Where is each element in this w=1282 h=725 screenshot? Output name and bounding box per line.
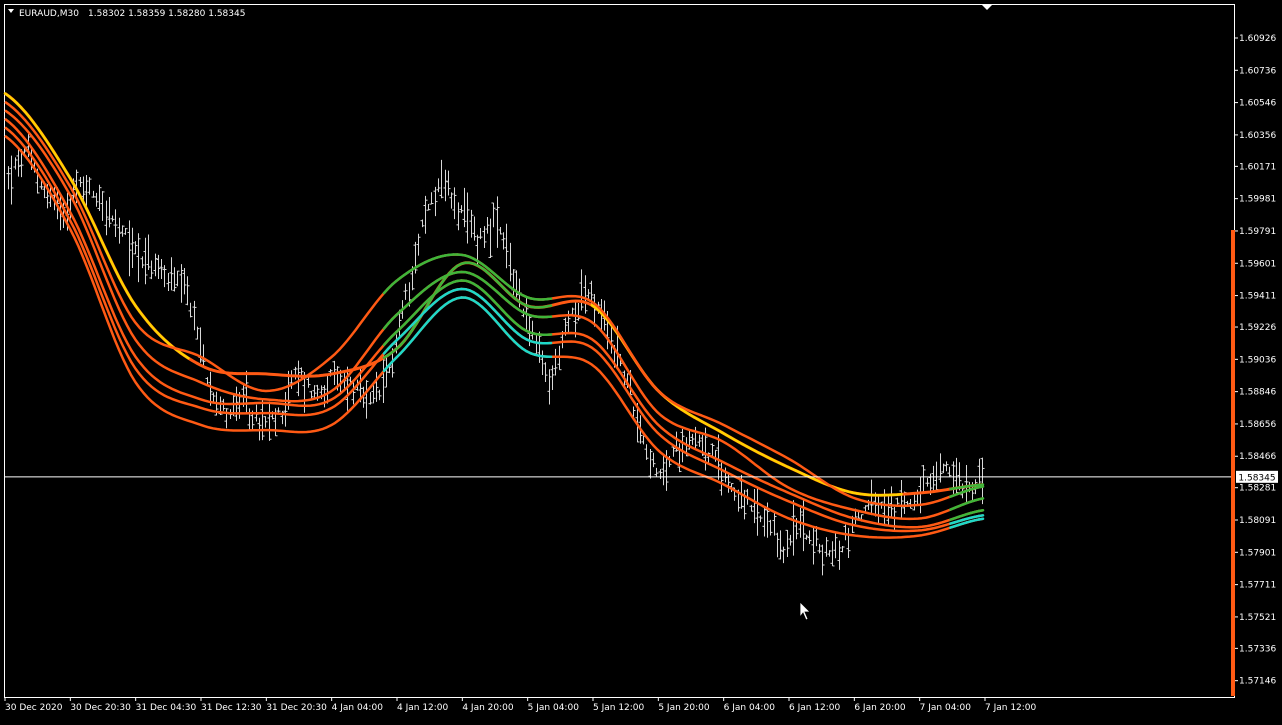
y-tick-label: 1.58846: [1239, 388, 1276, 398]
ohlc-values: 1.58302 1.58359 1.58280 1.58345: [88, 9, 245, 19]
x-tick-label: 6 Jan 04:00: [724, 703, 776, 713]
price-chart[interactable]: 1.60926 1.60736 1.60546 1.60356 1.60171 1.599…: [0, 0, 1282, 721]
price-tag: 1.58345: [1236, 471, 1278, 484]
price-axis[interactable]: 1.60926 1.60736 1.60546 1.60356 1.60171 1.599…: [1234, 34, 1276, 687]
price-tag-label: 1.58345: [1238, 473, 1275, 483]
y-tick-label: 1.59036: [1239, 355, 1276, 365]
y-tick-label: 1.59226: [1239, 323, 1276, 333]
y-tick-label: 1.59981: [1239, 195, 1276, 205]
scroll-bar-marker[interactable]: [1231, 230, 1235, 696]
x-tick-label: 7 Jan 12:00: [985, 703, 1037, 713]
x-tick-label: 30 Dec 20:30: [70, 703, 131, 713]
y-tick-label: 1.58656: [1239, 420, 1276, 430]
x-tick-label: 31 Dec 12:30: [201, 703, 262, 713]
y-tick-label: 1.59601: [1239, 259, 1276, 269]
y-tick-label: 1.57711: [1239, 581, 1276, 591]
y-tick-label: 1.60926: [1239, 34, 1276, 44]
x-tick-label: 31 Dec 20:30: [266, 703, 327, 713]
chart-window[interactable]: 1.60926 1.60736 1.60546 1.60356 1.60171 1.599…: [0, 0, 1282, 721]
y-tick-label: 1.57521: [1239, 613, 1276, 623]
x-tick-label: 6 Jan 20:00: [854, 703, 906, 713]
moving-average-segment: [547, 299, 551, 300]
x-tick-label: 4 Jan 04:00: [332, 703, 384, 713]
x-tick-label: 30 Dec 2020: [5, 703, 63, 713]
y-tick-label: 1.57146: [1239, 677, 1276, 687]
y-tick-label: 1.60546: [1239, 99, 1276, 109]
symbol-label: EURAUD,M30: [19, 9, 79, 19]
moving-average-segment: [979, 519, 983, 520]
y-tick-label: 1.60171: [1239, 162, 1276, 172]
x-tick-label: 4 Jan 12:00: [397, 703, 449, 713]
moving-average-segment: [979, 510, 983, 511]
x-tick-label: 5 Jan 20:00: [658, 703, 710, 713]
y-tick-label: 1.58466: [1239, 452, 1276, 462]
moving-average-segment: [547, 306, 551, 307]
x-tick-label: 6 Jan 12:00: [789, 703, 841, 713]
x-tick-label: 5 Jan 04:00: [528, 703, 580, 713]
x-tick-label: 4 Jan 20:00: [462, 703, 514, 713]
moving-average-segment: [979, 498, 983, 499]
y-tick-label: 1.60356: [1239, 131, 1276, 141]
moving-average-segment: [979, 486, 983, 487]
y-tick-label: 1.59791: [1239, 227, 1276, 237]
y-tick-label: 1.58281: [1239, 484, 1276, 494]
y-tick-label: 1.59411: [1239, 292, 1276, 302]
y-tick-label: 1.57336: [1239, 644, 1276, 654]
moving-average-segment: [979, 515, 983, 516]
y-tick-label: 1.60736: [1239, 66, 1276, 76]
x-tick-label: 31 Dec 04:30: [136, 703, 197, 713]
y-tick-label: 1.57901: [1239, 548, 1276, 558]
x-tick-label: 5 Jan 12:00: [593, 703, 645, 713]
x-tick-label: 7 Jan 04:00: [920, 703, 972, 713]
y-tick-label: 1.58091: [1239, 516, 1276, 526]
